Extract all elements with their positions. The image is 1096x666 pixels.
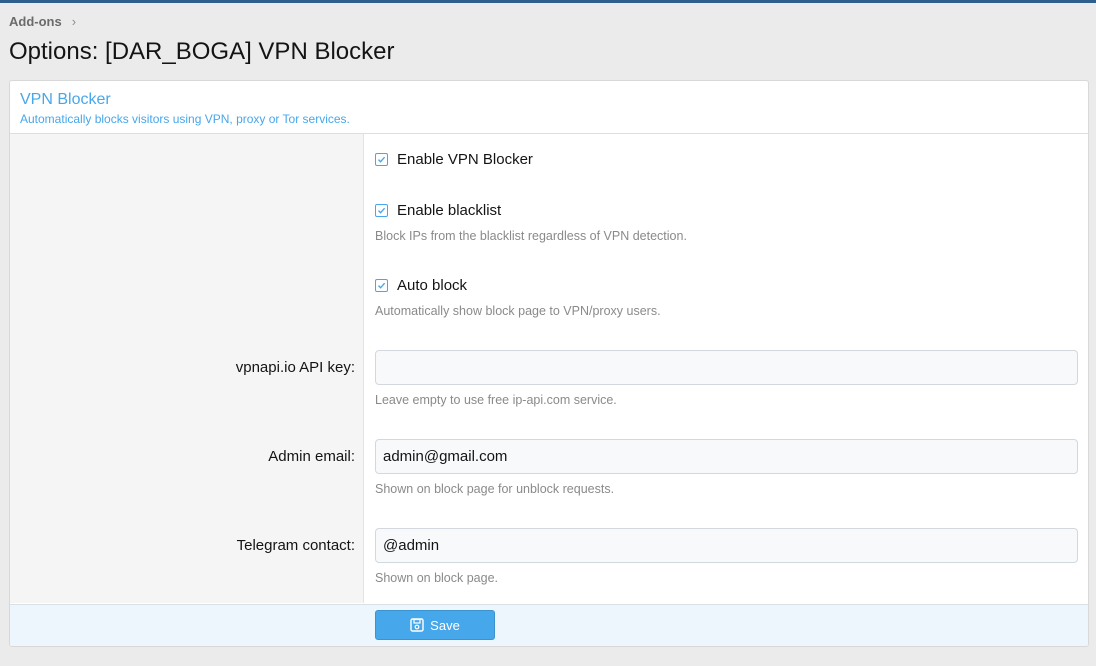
auto-block-option[interactable]: Auto block [375,277,467,294]
block-header: VPN Blocker Automatically blocks visitor… [10,81,1088,134]
save-button-label: Save [430,617,460,633]
api-key-hint: Leave empty to use free ip-api.com servi… [375,393,617,407]
breadcrumb: Add-ons › [9,14,76,29]
enable-vpn-blocker-option[interactable]: Enable VPN Blocker [375,151,533,168]
auto-block-hint: Automatically show block page to VPN/pro… [375,304,661,318]
chevron-right-icon: › [71,14,77,29]
enable-blacklist-checkbox[interactable] [375,204,388,217]
breadcrumb-item-addons[interactable]: Add-ons [9,14,62,29]
page-title: Options: [DAR_BOGA] VPN Blocker [9,38,395,65]
admin-email-input[interactable] [375,439,1078,474]
enable-blacklist-label: Enable blacklist [397,202,502,219]
enable-vpn-blocker-label: Enable VPN Blocker [397,151,533,168]
api-key-input[interactable] [375,350,1078,385]
telegram-contact-hint: Shown on block page. [375,571,499,585]
api-key-label: vpnapi.io API key: [235,359,355,376]
telegram-contact-input[interactable] [375,528,1078,563]
enable-blacklist-option[interactable]: Enable blacklist [375,202,501,219]
admin-email-label: Admin email: [268,448,355,465]
form-body: Enable VPN Blocker Enable blacklist Bloc… [10,134,1088,603]
telegram-contact-label: Telegram contact: [236,537,355,554]
save-button[interactable]: Save [375,610,495,640]
auto-block-checkbox[interactable] [375,279,388,292]
form-footer: Save [10,604,1088,646]
check-icon [378,156,386,163]
admin-email-hint: Shown on block page for unblock requests… [375,482,615,496]
enable-vpn-blocker-checkbox[interactable] [375,153,388,166]
options-block: VPN Blocker Automatically blocks visitor… [9,80,1089,647]
top-accent-bar [0,0,1096,3]
block-description: Automatically blocks visitors using VPN,… [20,112,350,126]
check-icon [378,207,386,214]
check-icon [378,282,386,289]
save-icon [410,618,424,632]
enable-blacklist-hint: Block IPs from the blacklist regardless … [375,229,687,243]
auto-block-label: Auto block [397,277,468,294]
block-title: VPN Blocker [20,91,111,108]
